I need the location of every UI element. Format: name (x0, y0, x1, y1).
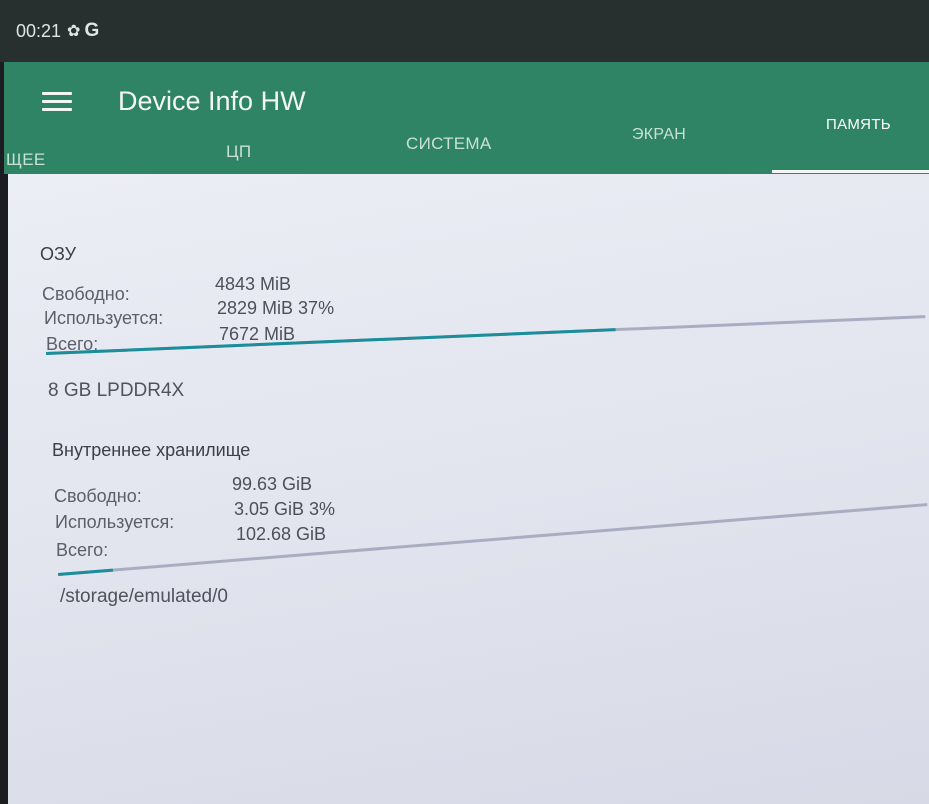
tab-general[interactable]: ЩЕЕ (6, 150, 46, 170)
app-bar: Device Info HW ЩЕЕ ЦП СИСТЕМА ЭКРАН ПАМЯ… (4, 62, 929, 174)
active-tab-indicator (772, 170, 929, 173)
storage-free-value: 99.63 GiB (232, 474, 313, 494)
ram-free-label: Свободно: (42, 284, 130, 304)
gear-icon: ✿ (67, 23, 81, 40)
hamburger-menu-icon[interactable] (42, 92, 72, 114)
storage-used-value: 3.05 GiB 3% (234, 499, 336, 519)
ram-used-value: 2829 MiB 37% (217, 298, 335, 318)
tab-bar: ЩЕЕ ЦП СИСТЕМА ЭКРАН ПАМЯТЬ (4, 116, 929, 174)
g-icon: G (84, 20, 100, 41)
storage-total-value: 102.68 GiB (236, 524, 327, 544)
ram-type: 8 GB LPDDR4X (48, 380, 185, 401)
storage-usage-fill (58, 568, 113, 576)
storage-total-label: Всего: (56, 540, 109, 560)
status-time: 00:21 (16, 20, 62, 41)
status-bar: 00:21 ✿ G (0, 0, 929, 62)
storage-title: Внутреннее хранилище (52, 440, 251, 460)
ram-title: ОЗУ (40, 244, 77, 264)
ram-used-label: Используется: (44, 308, 164, 328)
tab-display[interactable]: ЭКРАН (632, 126, 686, 144)
tab-memory[interactable]: ПАМЯТЬ (826, 116, 891, 133)
memory-content: ОЗУ Свободно: 4843 MiB Используется: 282… (8, 174, 929, 804)
app-title: Device Info HW (118, 86, 306, 116)
storage-path: /storage/emulated/0 (60, 586, 228, 607)
tab-cpu[interactable]: ЦП (226, 142, 251, 162)
storage-free-label: Свободно: (54, 486, 142, 506)
storage-used-label: Используется: (55, 512, 175, 532)
ram-free-value: 4843 MiB (215, 274, 292, 294)
storage-usage-bar (58, 503, 928, 576)
tab-system[interactable]: СИСТЕМА (406, 134, 492, 154)
ram-usage-bar (46, 315, 926, 355)
ram-usage-fill (46, 328, 616, 355)
